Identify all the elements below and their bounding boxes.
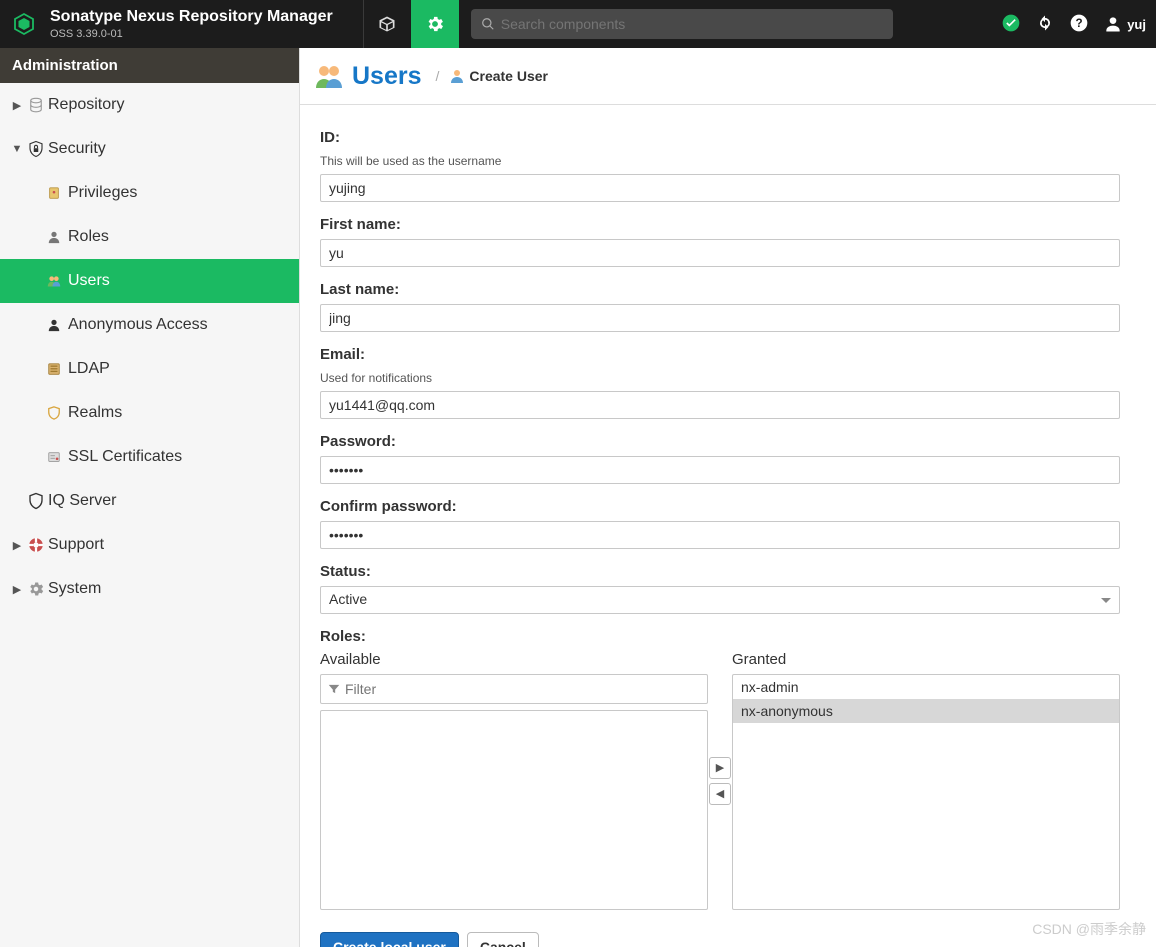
nav-icon [24, 492, 48, 510]
nav-icon [24, 536, 48, 554]
confirm-label: Confirm password: [320, 498, 1136, 515]
nav-icon [24, 580, 48, 598]
nav-icon [40, 230, 68, 244]
sidebar-item-security[interactable]: ▼ Security [0, 127, 299, 171]
expander-icon: ▶ [10, 583, 24, 596]
create-user-button[interactable]: Create local user [320, 932, 459, 947]
nav-label: Privileges [68, 184, 137, 202]
id-hint: This will be used as the username [320, 154, 1136, 168]
nav-icon [24, 140, 48, 158]
email-label: Email: [320, 346, 1136, 363]
password-field[interactable] [320, 456, 1120, 484]
user-small-icon [449, 68, 465, 84]
sidebar-item-iq-server[interactable]: IQ Server [0, 479, 299, 523]
status-label: Status: [320, 563, 1136, 580]
sidebar-item-roles[interactable]: Roles [0, 215, 299, 259]
sidebar-item-ssl-certificates[interactable]: SSL Certificates [0, 435, 299, 479]
expander-icon: ▶ [10, 99, 24, 112]
help-icon[interactable]: ? [1069, 13, 1089, 36]
sidebar-item-system[interactable]: ▶ System [0, 567, 299, 611]
id-label: ID: [320, 129, 1136, 146]
nav-label: Realms [68, 404, 122, 422]
list-item[interactable]: nx-anonymous [733, 699, 1119, 723]
create-user-form: ID: This will be used as the username Fi… [300, 105, 1156, 947]
nav-icon [40, 186, 68, 200]
available-title: Available [320, 651, 708, 668]
main-panel: Users / Create User ID: This will be use… [300, 48, 1156, 947]
lastname-label: Last name: [320, 281, 1136, 298]
sidebar-header: Administration [0, 48, 299, 83]
app-title: Sonatype Nexus Repository Manager [50, 8, 333, 26]
email-hint: Used for notifications [320, 371, 1136, 385]
nav-label: Support [48, 536, 104, 554]
filter-icon [327, 682, 341, 696]
sidebar-item-realms[interactable]: Realms [0, 391, 299, 435]
status-ok-icon[interactable] [1001, 13, 1021, 36]
password-label: Password: [320, 433, 1136, 450]
nav-label: LDAP [68, 360, 110, 378]
roles-filter[interactable] [320, 674, 708, 704]
nav-icon [40, 450, 68, 464]
nav-icon [40, 406, 68, 420]
nav-icon [40, 274, 68, 288]
granted-title: Granted [732, 651, 1120, 668]
search-icon [481, 17, 495, 31]
nav-icon [40, 362, 68, 376]
breadcrumb-section[interactable]: Users [352, 62, 422, 91]
brand-block: Sonatype Nexus Repository Manager OSS 3.… [48, 8, 333, 40]
filter-input[interactable] [345, 681, 701, 697]
available-list[interactable] [320, 710, 708, 910]
nav-label: SSL Certificates [68, 448, 182, 466]
sidebar-item-repository[interactable]: ▶ Repository [0, 83, 299, 127]
admin-sidebar: Administration ▶ Repository ▼ Security Privi… [0, 48, 300, 947]
sidebar-item-support[interactable]: ▶ Support [0, 523, 299, 567]
roles-label: Roles: [320, 628, 1136, 645]
move-right-button[interactable]: ▶ [709, 757, 731, 779]
users-icon [314, 62, 344, 90]
nav-label: Security [48, 140, 106, 158]
nav-label: System [48, 580, 101, 598]
nav-label: IQ Server [48, 492, 116, 510]
status-select[interactable]: Active [320, 586, 1120, 614]
nexus-logo-icon [0, 0, 48, 48]
lastname-field[interactable] [320, 304, 1120, 332]
expander-icon: ▼ [10, 143, 24, 155]
firstname-label: First name: [320, 216, 1136, 233]
user-label: yuj [1127, 17, 1146, 32]
app-header: Sonatype Nexus Repository Manager OSS 3.… [0, 0, 1156, 48]
breadcrumb-page: Create User [469, 68, 548, 84]
nav-label: Roles [68, 228, 109, 246]
user-menu[interactable]: yuj [1103, 14, 1146, 34]
cancel-button[interactable]: Cancel [467, 932, 539, 947]
email-field[interactable] [320, 391, 1120, 419]
app-version: OSS 3.39.0-01 [50, 28, 333, 40]
nav-label: Repository [48, 96, 124, 114]
move-left-button[interactable]: ◀ [709, 783, 731, 805]
svg-text:?: ? [1076, 17, 1083, 30]
list-item[interactable]: nx-admin [733, 675, 1119, 699]
sidebar-item-ldap[interactable]: LDAP [0, 347, 299, 391]
sidebar-item-privileges[interactable]: Privileges [0, 171, 299, 215]
sidebar-item-users[interactable]: Users [0, 259, 299, 303]
user-icon [1103, 14, 1123, 34]
browse-mode-button[interactable] [363, 0, 411, 48]
nav-label: Users [68, 272, 110, 290]
granted-list[interactable]: nx-adminnx-anonymous [732, 674, 1120, 910]
sidebar-item-anonymous-access[interactable]: Anonymous Access [0, 303, 299, 347]
search-input[interactable] [501, 16, 883, 32]
admin-mode-button[interactable] [411, 0, 459, 48]
nav-icon [40, 318, 68, 332]
search-box[interactable] [471, 9, 893, 39]
id-field[interactable] [320, 174, 1120, 202]
refresh-icon[interactable] [1035, 13, 1055, 36]
breadcrumb: Users / Create User [300, 48, 1156, 105]
nav-label: Anonymous Access [68, 316, 208, 334]
expander-icon: ▶ [10, 539, 24, 552]
confirm-field[interactable] [320, 521, 1120, 549]
firstname-field[interactable] [320, 239, 1120, 267]
nav-icon [24, 96, 48, 114]
